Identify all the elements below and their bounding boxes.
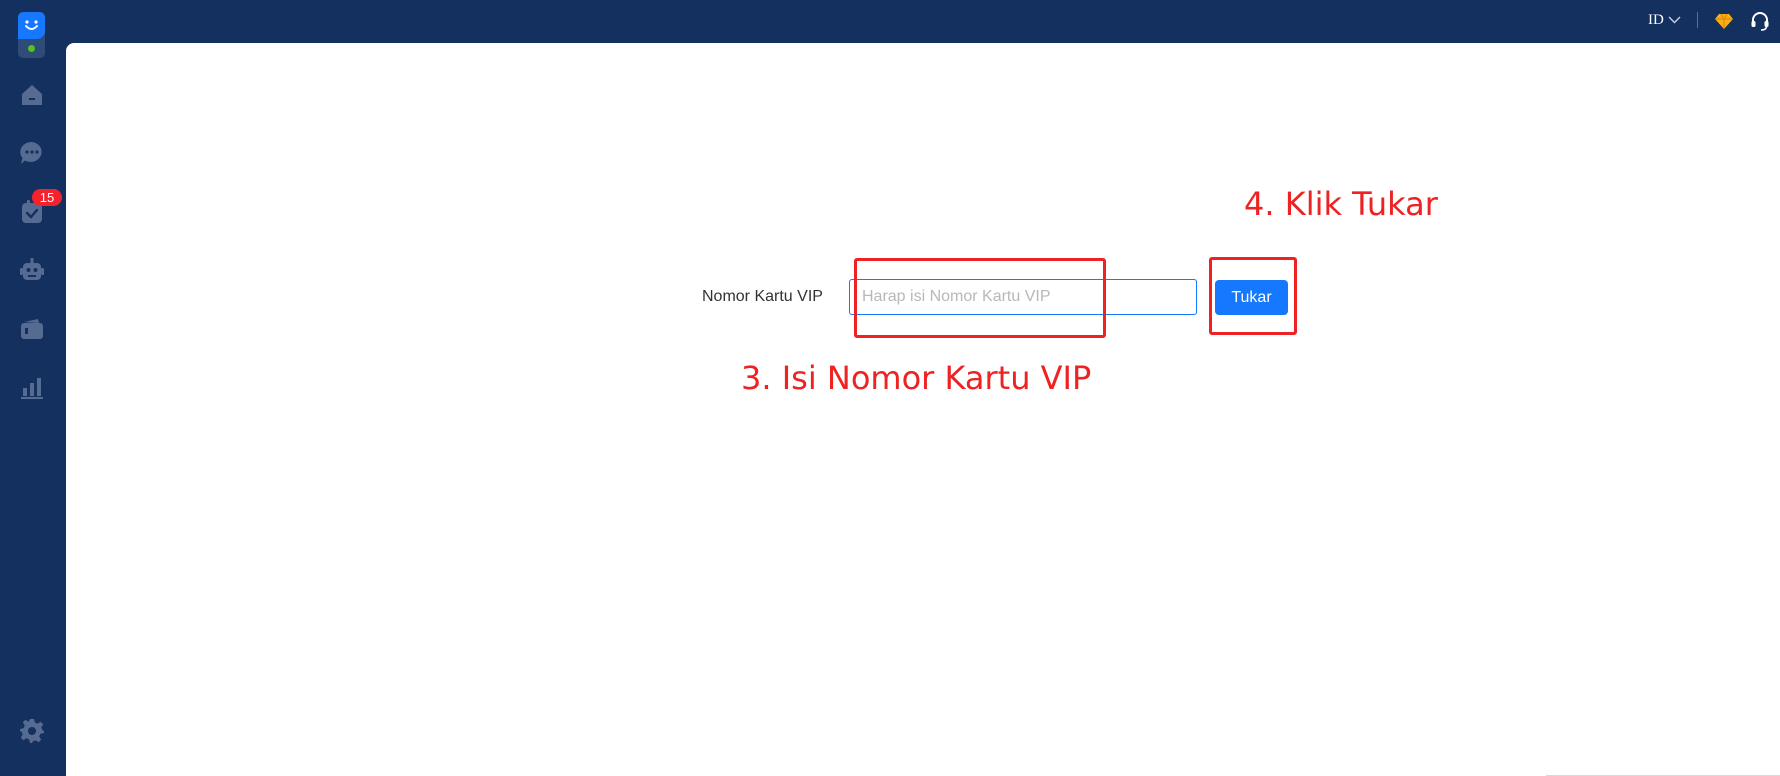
main-panel: Nomor Kartu VIP Tukar 4. Klik Tukar 3. I… <box>66 43 1780 776</box>
annotation-step-4: 4. Klik Tukar <box>1244 185 1438 223</box>
annotation-step-3: 3. Isi Nomor Kartu VIP <box>741 359 1092 397</box>
annotation-box-button <box>1209 257 1297 335</box>
stats-icon[interactable] <box>19 374 45 400</box>
language-selector[interactable]: ID <box>1648 10 1681 30</box>
online-status-dot <box>28 45 35 52</box>
app-logo[interactable] <box>18 12 45 58</box>
sidebar: 15 <box>0 0 66 776</box>
task-badge: 15 <box>32 189 62 206</box>
vip-card-label: Nomor Kartu VIP <box>702 288 823 305</box>
topbar-divider <box>1697 12 1698 28</box>
headset-icon[interactable] <box>1750 11 1770 31</box>
gear-icon[interactable] <box>19 718 45 744</box>
home-icon[interactable] <box>19 82 45 108</box>
chat-icon[interactable] <box>19 140 45 166</box>
logo-face-icon <box>18 12 45 39</box>
wallet-icon[interactable] <box>19 316 45 342</box>
language-code: ID <box>1648 11 1664 28</box>
robot-icon[interactable] <box>19 257 45 283</box>
app-window: 15 ID Nomor Kartu VIP Tukar 4. Klik Tuka… <box>0 0 1780 776</box>
chevron-down-icon <box>1668 16 1681 24</box>
vip-diamond-icon[interactable] <box>1714 11 1734 31</box>
annotation-box-input <box>854 258 1106 338</box>
